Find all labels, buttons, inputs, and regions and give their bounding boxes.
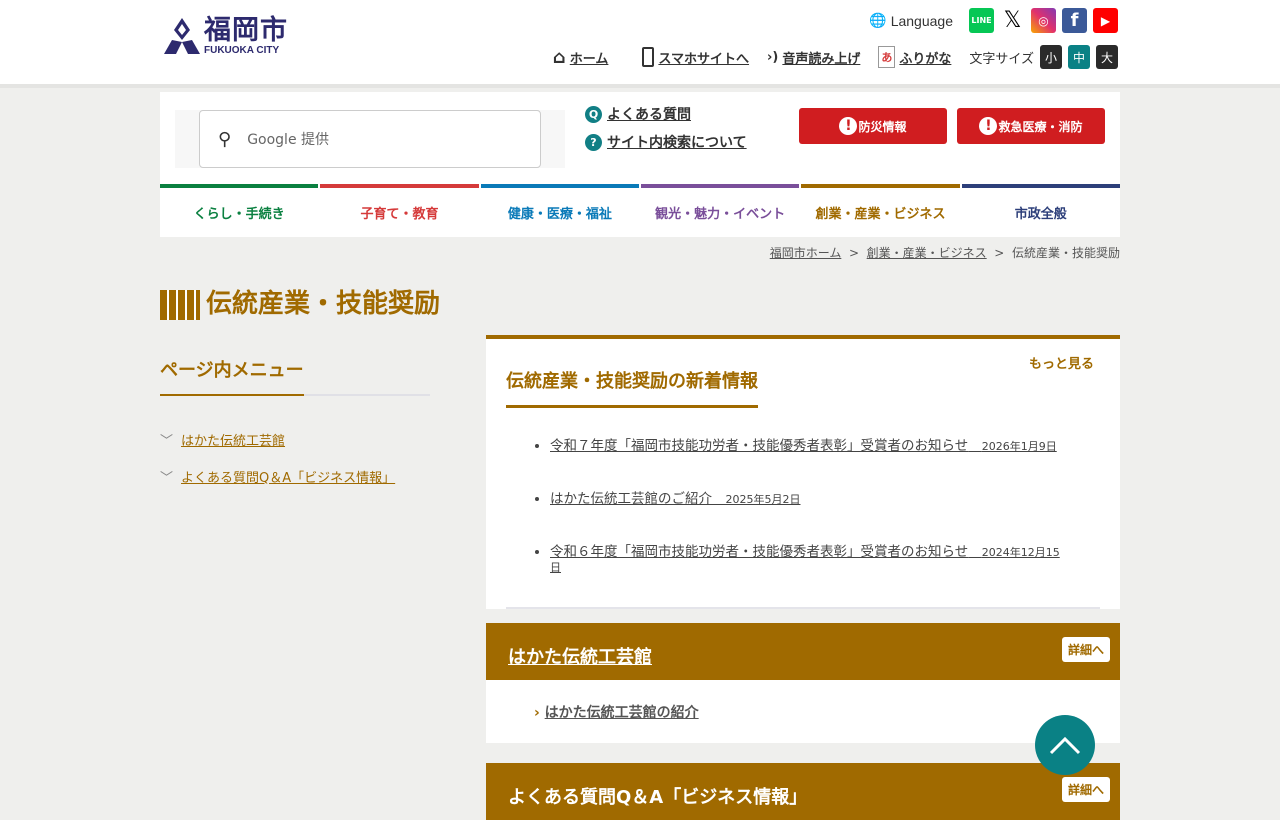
q-icon: Q <box>585 105 602 123</box>
language-label[interactable]: Language <box>891 13 953 29</box>
search-placeholder: Google 提供 <box>247 132 330 148</box>
page-title: 伝統産業・技能奨励 <box>206 288 441 319</box>
text-size-small[interactable]: 小 <box>1040 45 1062 69</box>
alert-icon: ! <box>979 117 998 135</box>
news-item[interactable]: はかた伝統工芸館のご紹介 2025年5月2日 <box>550 492 1060 507</box>
logo-roman: FUKUOKA CITY <box>204 44 280 56</box>
news-date: 2025年5月2日 <box>725 493 801 506</box>
breadcrumb-home[interactable]: 福岡市ホーム <box>770 246 842 260</box>
question-icon: ? <box>585 133 602 151</box>
disaster-info-button[interactable]: ! 防災情報 <box>799 108 947 144</box>
section-links: › はかた伝統工芸館の紹介 <box>486 680 1120 743</box>
breadcrumb-current: 伝統産業・技能奨励 <box>1011 246 1120 260</box>
gnav-item[interactable]: 健康・医療・福祉 <box>480 184 639 237</box>
furigana-label[interactable]: ふりがな <box>899 48 951 67</box>
section-header-faq: よくある質問Q＆A「ビジネス情報」 詳細へ <box>486 763 1120 820</box>
news-item[interactable]: 令和７年度「福岡市技能功労者・技能優秀者表彰」受賞者のお知らせ 2026年1月9… <box>550 439 1060 454</box>
global-nav: くらし・手続き 子育て・教育 健康・医療・福祉 観光・魅力・イベント 創業・産業・ビジネ… <box>160 184 1120 237</box>
news-item[interactable]: 令和６年度「福岡市技能功労者・技能優秀者表彰」受賞者のお知らせ 2024年12月… <box>550 545 1060 575</box>
more-link[interactable]: もっと見る <box>1029 353 1094 372</box>
section-header-crafts-hall: はかた伝統工芸館 詳細へ <box>486 623 1120 680</box>
page-menu-item[interactable]: ﹀ よくある質問Q＆A「ビジネス情報」 <box>160 467 430 486</box>
home-label[interactable]: ホーム <box>570 48 609 67</box>
furigana-link[interactable]: あふりがな <box>878 46 951 68</box>
search-help-link[interactable]: ? サイト内検索について <box>585 132 747 152</box>
section-link[interactable]: › はかた伝統工芸館の紹介 <box>534 702 699 722</box>
site-header: 福岡市 FUKUOKA CITY 🌐 Language LINE 𝕏 ◎ f ▶ ⌂… <box>0 0 1280 88</box>
search-help-label[interactable]: サイト内検索について <box>607 132 747 152</box>
detail-button[interactable]: 詳細へ <box>1061 777 1110 802</box>
voice-reader-link[interactable]: ›) 音声読み上げ <box>767 48 860 67</box>
globe-icon: 🌐 <box>869 12 887 28</box>
breadcrumb: 福岡市ホーム > 創業・産業・ビジネス > 伝統産業・技能奨励 <box>769 246 1120 260</box>
medical-label: 救急医療・消防 <box>998 119 1083 134</box>
facebook-icon[interactable]: f <box>1062 8 1087 33</box>
mobile-label[interactable]: スマホサイトへ <box>658 48 749 67</box>
furigana-icon: あ <box>878 46 896 68</box>
x-icon[interactable]: 𝕏 <box>1000 8 1025 33</box>
youtube-icon[interactable]: ▶ <box>1093 8 1118 33</box>
text-size-label: 文字サイズ <box>969 51 1034 67</box>
gnav-item[interactable]: 創業・産業・ビジネス <box>801 184 960 237</box>
chevron-up-icon <box>1049 736 1081 755</box>
page-menu-label[interactable]: はかた伝統工芸館 <box>181 430 285 449</box>
news-panel: もっと見る 伝統産業・技能奨励の新着情報 令和７年度「福岡市技能功労者・技能優秀… <box>486 335 1120 609</box>
search-input[interactable]: ⚲ Google 提供 <box>199 110 541 168</box>
logo-kanji: 福岡市 <box>204 14 288 46</box>
disaster-label: 防災情報 <box>858 119 907 134</box>
fukuoka-city-logo[interactable]: 福岡市 FUKUOKA CITY <box>160 16 288 56</box>
news-title: 伝統産業・技能奨励の新着情報 <box>506 367 758 408</box>
emergency-medical-button[interactable]: ! 救急医療・消防 <box>957 108 1105 144</box>
chevron-down-icon: ﹀ <box>160 471 174 486</box>
alert-icon: ! <box>839 117 858 135</box>
home-icon: ⌂ <box>552 46 566 68</box>
page-menu-label[interactable]: よくある質問Q＆A「ビジネス情報」 <box>181 467 395 486</box>
page-menu-title: ページ内メニュー <box>160 356 304 396</box>
search-icon: ⚲ <box>218 128 232 150</box>
page-menu: ページ内メニュー ﹀ はかた伝統工芸館 ﹀ よくある質問Q＆A「ビジネス情報」 <box>160 356 430 504</box>
text-size-control: 文字サイズ 小中大 <box>969 45 1118 69</box>
section-title[interactable]: よくある質問Q＆A「ビジネス情報」 <box>508 783 807 809</box>
text-size-medium[interactable]: 中 <box>1068 45 1090 69</box>
chevron-down-icon: ﹀ <box>160 434 174 449</box>
home-link[interactable]: ⌂ ホーム <box>553 47 609 68</box>
section-link-label[interactable]: はかた伝統工芸館の紹介 <box>545 705 699 721</box>
news-date: 2026年1月9日 <box>981 440 1057 453</box>
gnav-item[interactable]: 市政全般 <box>961 184 1120 237</box>
back-to-top-button[interactable] <box>1035 715 1095 775</box>
page-menu-item[interactable]: ﹀ はかた伝統工芸館 <box>160 430 430 449</box>
city-emblem-icon <box>164 18 200 54</box>
building-icon <box>160 290 200 320</box>
gnav-item[interactable]: 観光・魅力・イベント <box>640 184 800 237</box>
faq-link[interactable]: Q よくある質問 <box>585 104 747 124</box>
language-link[interactable]: 🌐 Language <box>869 12 953 29</box>
line-icon[interactable]: LINE <box>969 8 994 33</box>
news-link[interactable]: 令和７年度「福岡市技能功労者・技能優秀者表彰」受賞者のお知らせ 2026年1月9… <box>550 438 1057 454</box>
detail-button[interactable]: 詳細へ <box>1061 637 1110 662</box>
news-link[interactable]: 令和６年度「福岡市技能功労者・技能優秀者表彰」受賞者のお知らせ 2024年12月… <box>550 544 1060 575</box>
text-size-large[interactable]: 大 <box>1096 45 1118 69</box>
mobile-site-link[interactable]: スマホサイトへ <box>642 47 749 67</box>
instagram-icon[interactable]: ◎ <box>1031 8 1056 33</box>
chevron-right-icon: › <box>534 705 540 721</box>
faq-label[interactable]: よくある質問 <box>607 104 691 124</box>
smartphone-icon <box>642 47 655 67</box>
search-panel: ⚲ Google 提供 Q よくある質問 ? サイト内検索について ! 防災情報 ! 救急… <box>160 92 1120 237</box>
sound-icon: ›) <box>767 49 779 65</box>
section-title-link[interactable]: はかた伝統工芸館 <box>508 643 652 669</box>
gnav-item[interactable]: くらし・手続き <box>160 184 319 237</box>
breadcrumb-business[interactable]: 創業・産業・ビジネス <box>867 246 987 260</box>
voice-label[interactable]: 音声読み上げ <box>782 48 860 67</box>
news-link[interactable]: はかた伝統工芸館のご紹介 2025年5月2日 <box>550 491 801 507</box>
gnav-item[interactable]: 子育て・教育 <box>320 184 479 237</box>
